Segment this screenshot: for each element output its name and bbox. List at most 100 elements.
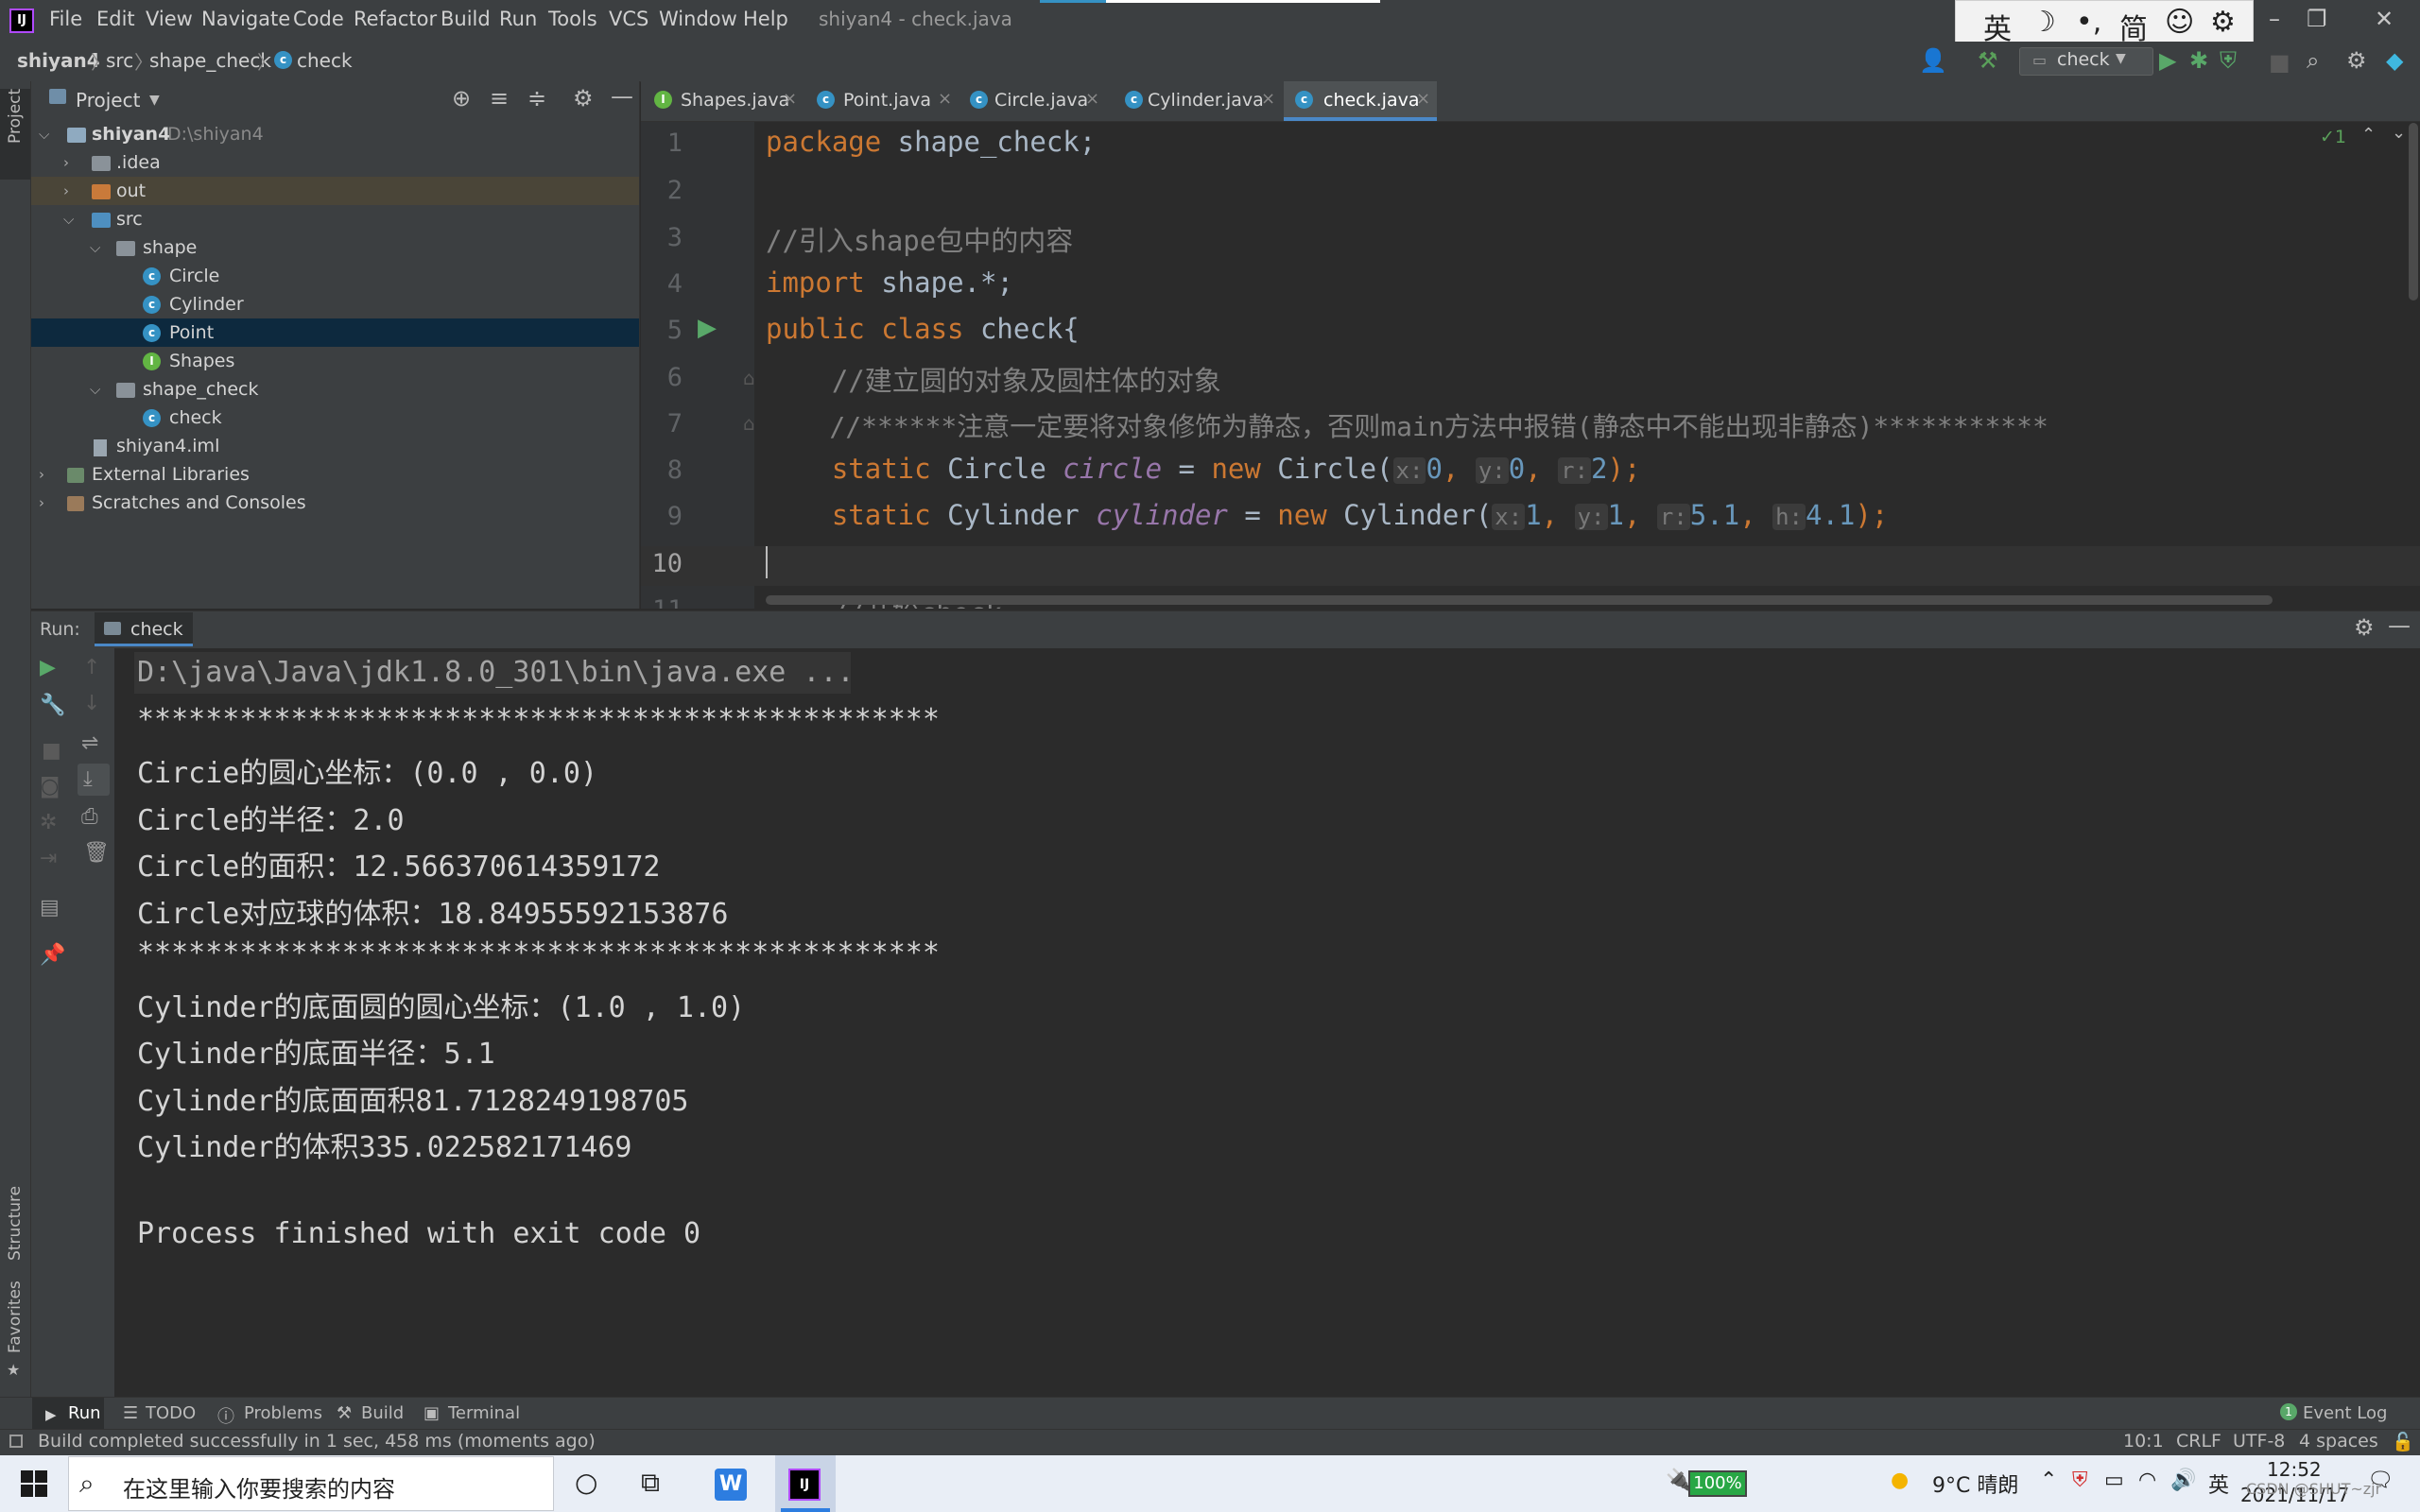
chevron-right-icon[interactable]: › — [63, 154, 69, 171]
chevron-down-icon[interactable]: ⌵ — [90, 239, 100, 256]
minimize-icon[interactable]: – — [2269, 6, 2280, 32]
taskbar-clock-time[interactable]: 12:52 — [2267, 1458, 2322, 1481]
stop-icon[interactable]: ■ — [42, 739, 61, 763]
debug-icon[interactable]: ✱ — [2189, 47, 2208, 74]
tab-close-icon[interactable]: × — [938, 89, 952, 109]
event-log-label[interactable]: Event Log — [2303, 1403, 2387, 1423]
wifi-icon[interactable]: ◠ — [2138, 1469, 2156, 1492]
chevron-down-icon[interactable]: ▼ — [149, 93, 160, 108]
tree-row-out[interactable]: › out — [31, 177, 639, 205]
horizontal-scrollbar[interactable] — [766, 595, 2273, 605]
menu-vcs[interactable]: VCS — [609, 8, 648, 30]
tree-row-shape[interactable]: ⌵ shape — [31, 233, 639, 262]
weather-sun-icon[interactable]: ● — [1891, 1469, 1909, 1492]
settings-icon[interactable]: ⚙ — [2346, 47, 2367, 74]
chevron-down-icon[interactable]: ⌵ — [90, 381, 100, 398]
close-icon[interactable]: ✕ — [2375, 6, 2394, 32]
tree-row-scratches[interactable]: › Scratches and Consoles — [31, 489, 639, 517]
task-view-icon[interactable]: ⧉ — [641, 1467, 660, 1499]
menu-edit[interactable]: Edit — [96, 8, 135, 30]
tab-point-java[interactable]: c Point.java × — [804, 81, 962, 121]
status-message[interactable]: Build completed successfully in 1 sec, 4… — [38, 1431, 596, 1452]
tab-close-icon[interactable]: × — [1085, 89, 1099, 109]
print-icon[interactable]: ⎙ — [81, 805, 98, 829]
battery-tray-icon[interactable]: ▭ — [2104, 1469, 2124, 1492]
tab-circle-java[interactable]: c Circle.java × — [959, 81, 1119, 121]
menu-code[interactable]: Code — [293, 8, 344, 30]
tab-close-icon[interactable]: × — [1416, 89, 1430, 109]
run-gutter-icon[interactable]: ▶ — [698, 314, 717, 342]
coverage-icon[interactable]: ⛨ — [2220, 47, 2237, 74]
menu-file[interactable]: File — [49, 8, 82, 30]
tree-row-point-selected[interactable]: c Point — [31, 318, 639, 347]
debug-bug-icon[interactable]: ✲ — [40, 811, 57, 834]
soft-wrap-icon[interactable]: ⇌ — [81, 731, 98, 755]
todo-tool-label[interactable]: TODO — [146, 1403, 196, 1423]
tree-row-root[interactable]: ⌵ shiyan4 D:\shiyan4 — [31, 120, 639, 148]
tree-row-shape-check[interactable]: ⌵ shape_check — [31, 375, 639, 404]
breadcrumb-file[interactable]: check — [297, 49, 353, 72]
ime-emoji-icon[interactable]: ☺ — [2165, 6, 2194, 39]
tree-row-circle[interactable]: c Circle — [31, 262, 639, 290]
tab-cylinder-java[interactable]: c Cylinder.java × — [1114, 81, 1284, 121]
cursor-position[interactable]: 10:1 — [2123, 1431, 2164, 1452]
terminal-tool-label[interactable]: Terminal — [448, 1403, 520, 1423]
tab-close-icon[interactable]: × — [1261, 89, 1275, 109]
menu-window[interactable]: Window — [659, 8, 737, 30]
menu-run[interactable]: Run — [499, 8, 537, 30]
plugin-icon[interactable]: ◆ — [2386, 47, 2403, 74]
arrow-up-icon[interactable]: ↑ — [83, 656, 100, 679]
lock-icon[interactable]: 🔓 — [2392, 1431, 2414, 1452]
collapse-all-icon[interactable]: ≑ — [527, 85, 546, 112]
stop-icon[interactable]: ■ — [2269, 49, 2290, 76]
tree-row-external-libraries[interactable]: › External Libraries — [31, 460, 639, 489]
menu-view[interactable]: View — [146, 8, 193, 30]
menu-navigate[interactable]: Navigate — [201, 8, 290, 30]
exit-icon[interactable]: ⇥ — [40, 847, 57, 870]
ime-moon-icon[interactable]: ☽ — [2031, 6, 2056, 39]
antivirus-shield-icon[interactable]: ⛨ — [2072, 1469, 2088, 1492]
rerun-icon[interactable]: ▶ — [40, 656, 56, 679]
volume-icon[interactable]: 🔊 — [2170, 1469, 2196, 1492]
tree-row-iml[interactable]: shiyan4.iml — [31, 432, 639, 460]
battery-indicator[interactable]: 100% — [1688, 1470, 1747, 1497]
project-panel-title[interactable]: Project — [76, 89, 140, 112]
tree-row-cylinder[interactable]: c Cylinder — [31, 290, 639, 318]
breadcrumb-project[interactable]: shiyan4 — [17, 49, 100, 72]
wrench-icon[interactable]: 🔧 — [40, 694, 65, 717]
tree-row-idea[interactable]: › .idea — [31, 148, 639, 177]
pin-icon[interactable]: 📌 — [40, 943, 65, 967]
toggle-panels-icon[interactable] — [9, 1435, 23, 1448]
tab-close-icon[interactable]: × — [783, 89, 797, 109]
inspection-status[interactable]: ✓1 — [2320, 127, 2346, 147]
wps-app-icon[interactable]: W — [715, 1469, 747, 1501]
expand-all-icon[interactable]: ≡ — [490, 85, 509, 112]
chevron-up-icon[interactable]: ⌃ — [2361, 125, 2376, 145]
user-icon[interactable]: 👤 — [1919, 47, 1947, 74]
chevron-right-icon[interactable]: › — [63, 182, 69, 199]
tree-row-check[interactable]: c check — [31, 404, 639, 432]
trash-icon[interactable]: 🗑 — [83, 841, 110, 865]
ime-punct-icon[interactable]: •, — [2076, 6, 2101, 39]
chevron-down-icon[interactable]: ⌵ — [39, 126, 49, 143]
favorites-tool-label[interactable]: Favorites — [6, 1280, 25, 1353]
fold-icon[interactable]: ⌂ — [743, 412, 755, 435]
notification-icon[interactable]: 🗨 — [2367, 1469, 2394, 1492]
menu-refactor[interactable]: Refactor — [354, 8, 437, 30]
tree-row-src[interactable]: ⌵ src — [31, 205, 639, 233]
project-tool-label[interactable]: Project — [6, 89, 25, 144]
camera-icon[interactable]: ◙ — [40, 775, 60, 799]
menu-tools[interactable]: Tools — [548, 8, 597, 30]
chevron-right-icon[interactable]: › — [39, 494, 44, 511]
structure-tool-label[interactable]: Structure — [6, 1186, 25, 1261]
fold-icon[interactable]: ⌂ — [743, 367, 755, 389]
build-hammer-icon[interactable]: ⚒ — [1978, 47, 1998, 74]
settings-icon[interactable]: ⚙ — [2354, 614, 2375, 641]
ime-settings-icon[interactable]: ⚙ — [2210, 6, 2236, 39]
run-tool-label[interactable]: Run — [68, 1403, 101, 1423]
problems-tool-label[interactable]: Problems — [244, 1403, 322, 1423]
breadcrumb-package[interactable]: shape_check — [149, 49, 271, 72]
chevron-right-icon[interactable]: › — [39, 466, 44, 483]
tab-check-java-active[interactable]: c check.java × — [1284, 81, 1437, 121]
breadcrumb-src[interactable]: src — [106, 49, 133, 72]
